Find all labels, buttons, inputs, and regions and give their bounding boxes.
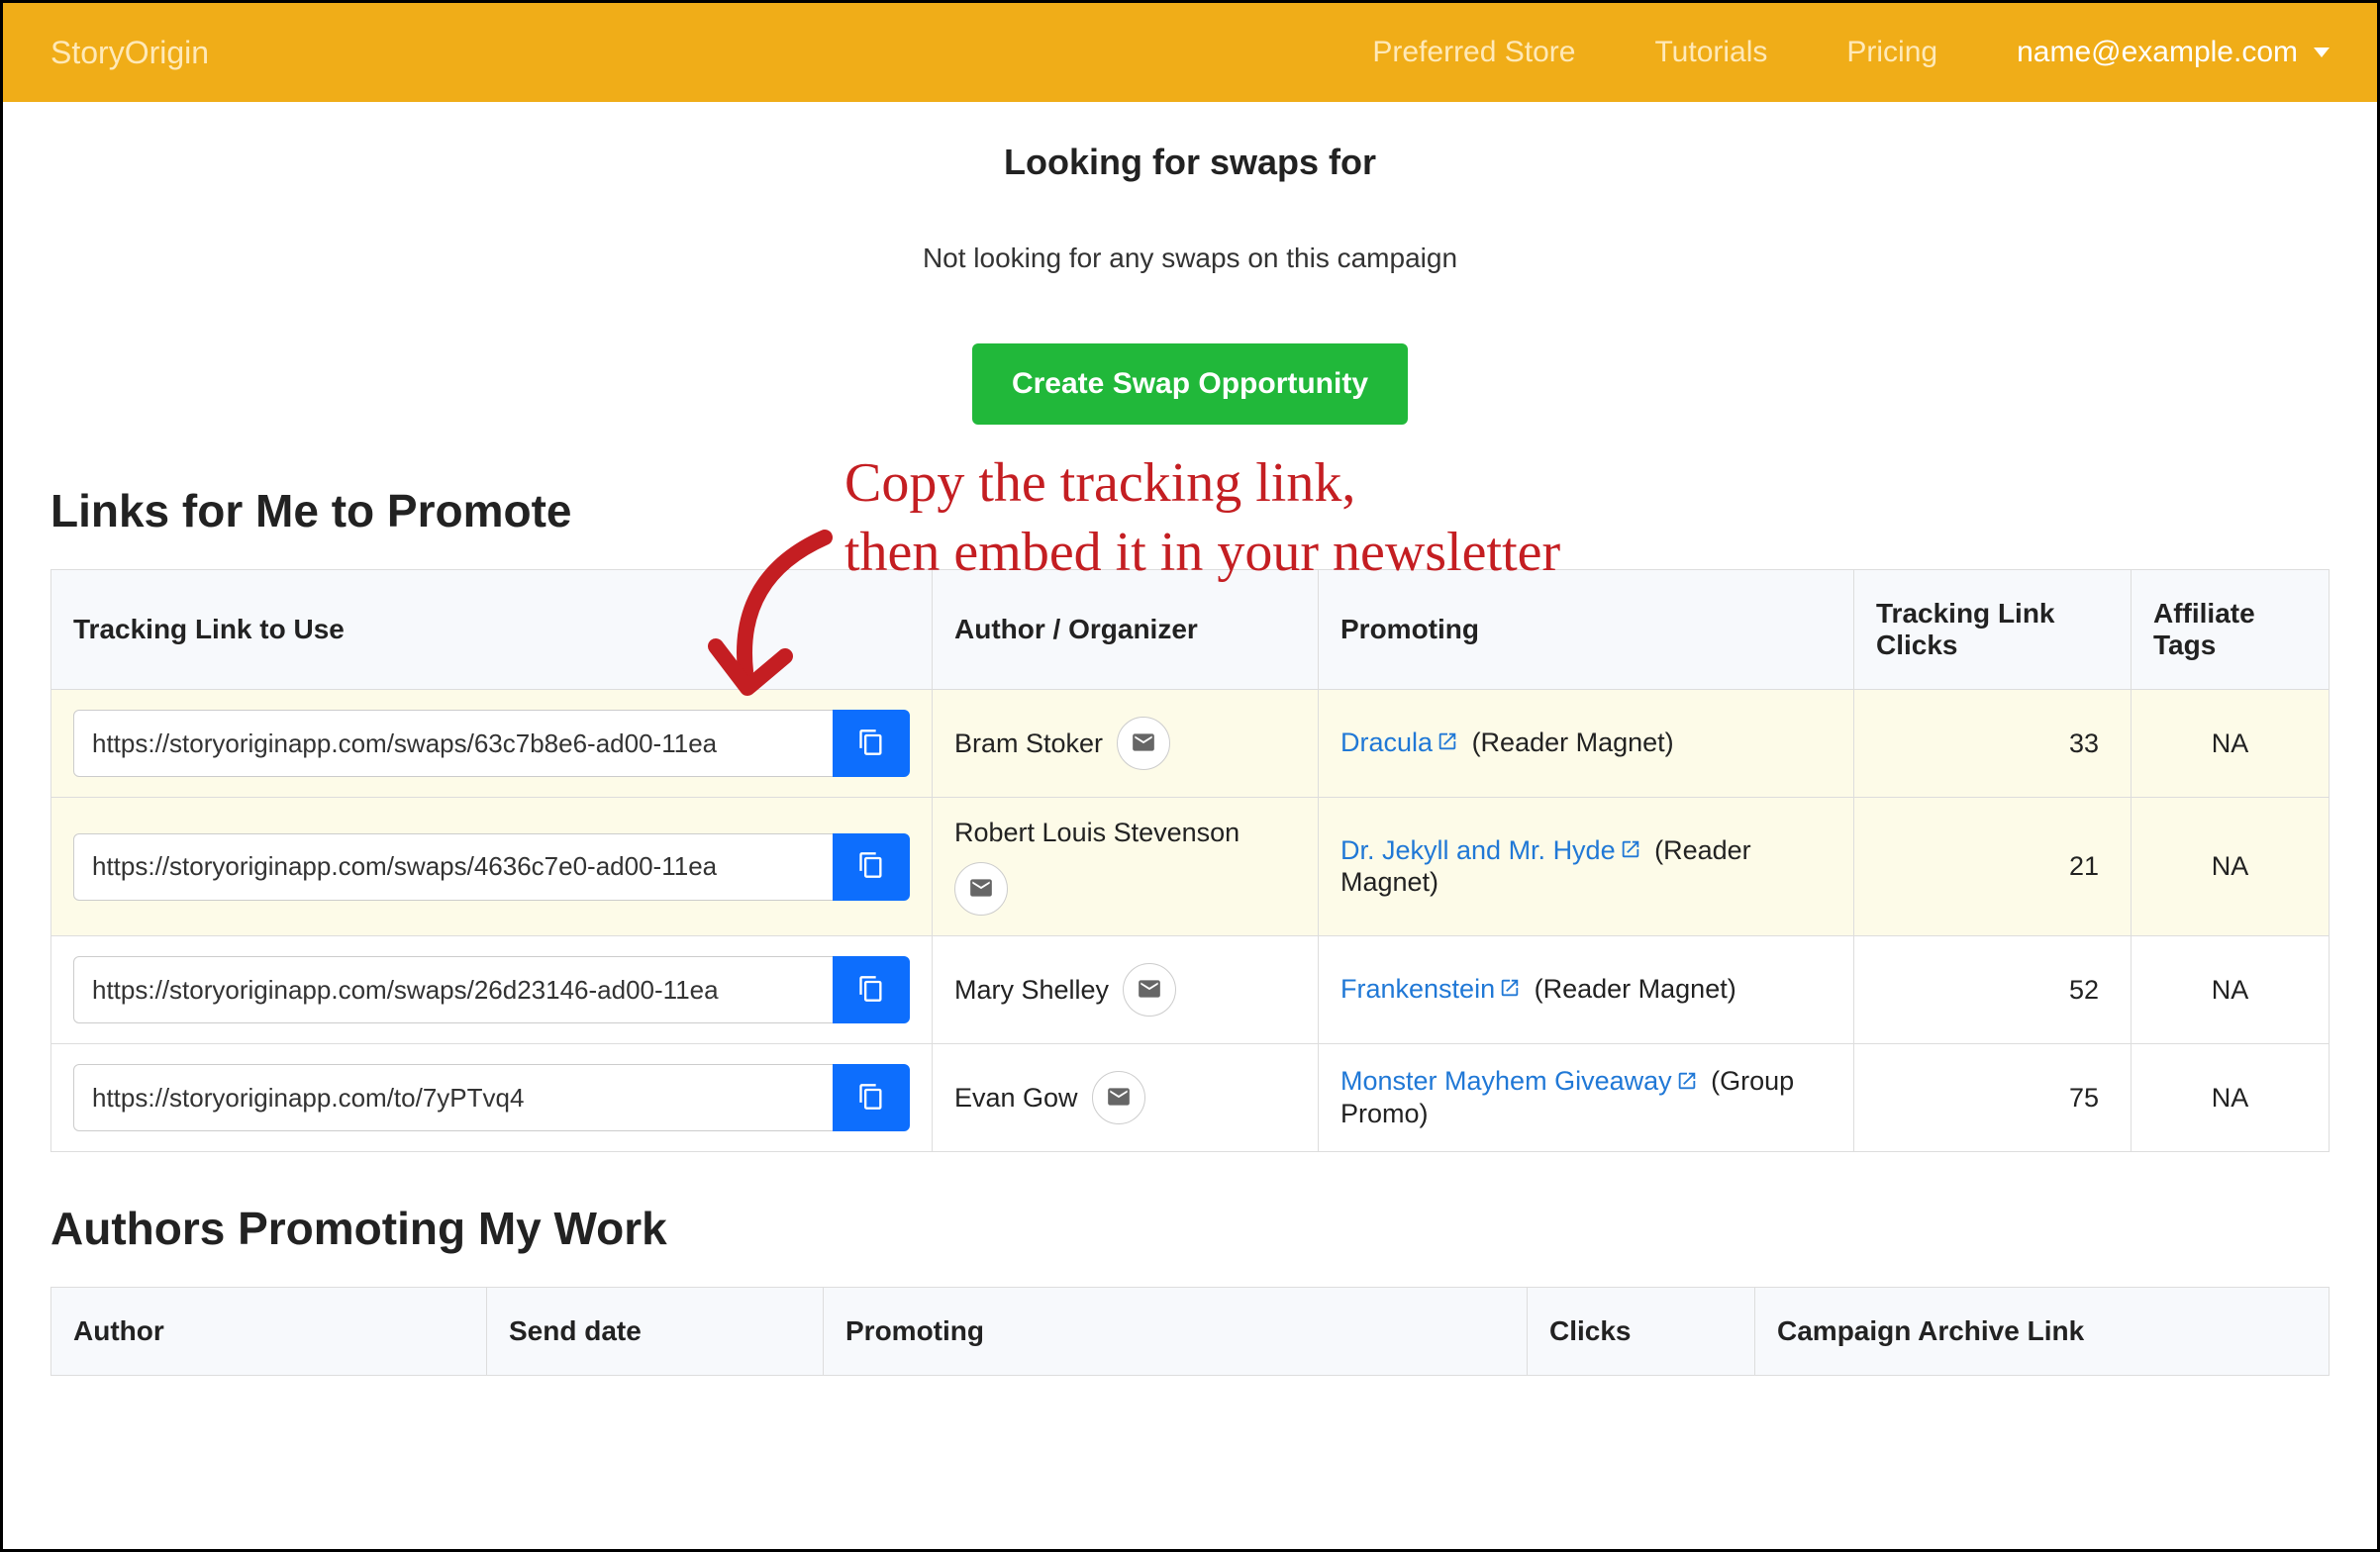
create-swap-button[interactable]: Create Swap Opportunity (972, 343, 1408, 425)
authors-table: Author Send date Promoting Clicks Campai… (50, 1287, 2330, 1376)
promoting-link[interactable]: Frankenstein (1340, 974, 1495, 1004)
copy-icon (857, 851, 885, 882)
promoting-type: (Reader Magnet) (1472, 728, 1674, 757)
clicks-value: 33 (1854, 690, 2132, 798)
external-link-icon (1676, 1068, 1698, 1099)
affiliate-tags-value: NA (2132, 798, 2330, 936)
affiliate-tags-value: NA (2132, 936, 2330, 1044)
nav-tutorials[interactable]: Tutorials (1654, 36, 1767, 69)
col-clicks-2: Clicks (1528, 1288, 1755, 1376)
col-promoting-2: Promoting (824, 1288, 1528, 1376)
col-archive: Campaign Archive Link (1755, 1288, 2330, 1376)
tracking-url-input[interactable] (73, 956, 834, 1023)
external-link-icon (1499, 975, 1521, 1006)
col-clicks: Tracking Link Clicks (1854, 570, 2132, 690)
promoting-link[interactable]: Dracula (1340, 728, 1433, 757)
nav-user-menu[interactable]: name@example.com (2017, 36, 2330, 69)
col-author-2: Author (51, 1288, 487, 1376)
col-promoting: Promoting (1319, 570, 1854, 690)
caret-down-icon (2314, 48, 2330, 57)
email-author-button[interactable] (1092, 1071, 1145, 1124)
promoting-link[interactable]: Monster Mayhem Giveaway (1340, 1066, 1672, 1096)
authors-section-title: Authors Promoting My Work (50, 1202, 2330, 1255)
links-table: Tracking Link to Use Author / Organizer … (50, 569, 2330, 1152)
email-author-button[interactable] (954, 862, 1008, 916)
clicks-value: 75 (1854, 1044, 2132, 1152)
table-row: Robert Louis Stevenson Dr. Jekyll and Mr… (51, 798, 2330, 936)
clicks-value: 21 (1854, 798, 2132, 936)
col-author: Author / Organizer (933, 570, 1319, 690)
copy-icon (857, 975, 885, 1006)
email-author-button[interactable] (1123, 963, 1176, 1017)
table-row: Mary Shelley Frankenstein (Reader Magnet… (51, 936, 2330, 1044)
affiliate-tags-value: NA (2132, 1044, 2330, 1152)
copy-button[interactable] (833, 710, 910, 777)
col-tracking-link: Tracking Link to Use (51, 570, 933, 690)
author-name: Robert Louis Stevenson (954, 818, 1240, 848)
nav-preferred-store[interactable]: Preferred Store (1372, 36, 1575, 69)
brand-logo[interactable]: StoryOrigin (50, 35, 209, 71)
author-name: Mary Shelley (954, 975, 1109, 1006)
copy-button[interactable] (833, 956, 910, 1023)
navbar: StoryOrigin Preferred Store Tutorials Pr… (3, 3, 2377, 102)
envelope-icon (968, 875, 994, 904)
swaps-subtitle: Not looking for any swaps on this campai… (50, 242, 2330, 274)
tracking-url-input[interactable] (73, 1064, 834, 1131)
author-name: Bram Stoker (954, 728, 1103, 759)
envelope-icon (1131, 729, 1156, 758)
envelope-icon (1137, 976, 1162, 1005)
external-link-icon (1620, 836, 1641, 867)
external-link-icon (1437, 728, 1458, 759)
email-author-button[interactable] (1117, 717, 1170, 770)
promoting-link[interactable]: Dr. Jekyll and Mr. Hyde (1340, 835, 1616, 865)
copy-icon (857, 1083, 885, 1114)
col-send-date: Send date (487, 1288, 824, 1376)
affiliate-tags-value: NA (2132, 690, 2330, 798)
clicks-value: 52 (1854, 936, 2132, 1044)
table-row: Evan Gow Monster Mayhem Giveaway (Group … (51, 1044, 2330, 1152)
col-tags: Affiliate Tags (2132, 570, 2330, 690)
nav-user-email: name@example.com (2017, 36, 2298, 69)
author-name: Evan Gow (954, 1083, 1078, 1114)
swaps-heading: Looking for swaps for (50, 142, 2330, 183)
table-row: Bram Stoker Dracula (Reader Magnet) 33NA (51, 690, 2330, 798)
tracking-url-input[interactable] (73, 833, 834, 901)
promoting-type: (Reader Magnet) (1535, 974, 1736, 1004)
copy-icon (857, 728, 885, 759)
copy-button[interactable] (833, 833, 910, 901)
links-section-title: Links for Me to Promote (50, 484, 2330, 537)
nav-pricing[interactable]: Pricing (1846, 36, 1937, 69)
copy-button[interactable] (833, 1064, 910, 1131)
tracking-url-input[interactable] (73, 710, 834, 777)
envelope-icon (1106, 1084, 1132, 1113)
